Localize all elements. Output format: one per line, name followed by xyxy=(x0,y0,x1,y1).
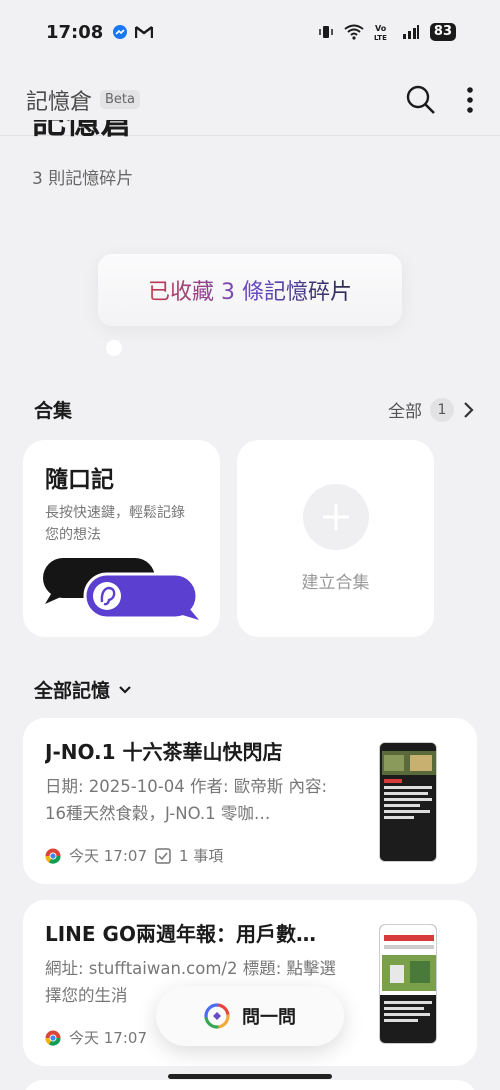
memory-title: J-NO.1 十六茶華山快閃店 xyxy=(45,740,283,764)
ask-button[interactable]: 問一問 xyxy=(156,986,344,1046)
saved-toast: 已收藏 3 條記憶碎片 xyxy=(98,254,402,326)
more-options-icon[interactable] xyxy=(466,86,474,114)
memories-filter-label: 全部記憶 xyxy=(34,680,111,702)
collection-title: 隨口記 xyxy=(45,467,114,493)
wifi-icon xyxy=(344,24,364,40)
memory-title: LINE GO兩週年報：用戶數… xyxy=(45,922,316,946)
vibrate-icon xyxy=(319,26,333,38)
plus-icon xyxy=(302,484,369,550)
decorative-dot xyxy=(106,340,122,356)
chevron-right-icon xyxy=(464,401,474,418)
chat-bubbles-icon xyxy=(43,558,199,620)
memory-thumbnail xyxy=(379,924,437,1044)
signal-icon xyxy=(402,25,419,39)
ai-spark-icon xyxy=(204,1003,230,1029)
status-bar: 17:08 Vo LTE 83 xyxy=(0,0,500,64)
collection-description: 長按快速鍵，輕鬆記錄您的想法 xyxy=(45,505,185,543)
memory-meta: 今天 17:07 xyxy=(45,1027,147,1048)
svg-text:LTE: LTE xyxy=(374,34,387,41)
collections-count-badge: 1 xyxy=(430,397,454,422)
memory-summary: 日期: 2025-10-04 作者: 歐帝斯 內容: 16種天然食穀，J-NO.… xyxy=(45,777,328,823)
collections-all-label: 全部 xyxy=(388,402,422,422)
home-indicator[interactable] xyxy=(168,1074,332,1079)
search-icon[interactable] xyxy=(406,85,436,115)
memories-filter-dropdown[interactable]: 全部記憶 xyxy=(34,676,132,703)
create-collection-button[interactable]: 建立合集 xyxy=(237,440,434,637)
ask-button-label: 問一問 xyxy=(242,1007,296,1028)
page-title: 記憶倉 xyxy=(32,120,134,142)
battery-indicator: 83 xyxy=(429,23,456,41)
collections-heading: 合集 xyxy=(34,400,73,422)
app-title: 記憶倉 xyxy=(26,89,93,115)
memory-card[interactable]: J-NO.1 十六茶華山快閃店 日期: 2025-10-04 作者: 歐帝斯 內… xyxy=(23,718,477,884)
collections-all-link[interactable]: 全部 1 xyxy=(388,397,474,422)
notification-icons xyxy=(113,25,154,39)
status-time: 17:08 xyxy=(46,21,104,43)
collection-card-quick-note[interactable]: 隨口記 長按快速鍵，輕鬆記錄您的想法 xyxy=(23,440,220,637)
task-checkbox-icon xyxy=(155,847,171,864)
beta-badge: Beta xyxy=(100,90,140,109)
chrome-icon xyxy=(45,1030,61,1046)
next-memory-card-peek xyxy=(23,1080,477,1090)
messenger-icon xyxy=(113,25,128,39)
memory-count: 3 則記憶碎片 xyxy=(32,169,134,189)
chevron-down-icon xyxy=(119,685,131,694)
gmail-icon xyxy=(135,26,154,38)
memory-time: 今天 17:07 xyxy=(69,1029,147,1047)
memory-meta: 今天 17:07 1 事項 xyxy=(45,845,223,866)
volte-icon: VoLTE xyxy=(374,24,387,41)
svg-text:Vo: Vo xyxy=(375,24,387,33)
create-collection-label: 建立合集 xyxy=(301,573,370,593)
collections-header: 合集 全部 1 xyxy=(34,396,474,423)
chrome-icon xyxy=(45,848,61,864)
memory-task-count: 1 事項 xyxy=(179,847,224,865)
memory-thumbnail xyxy=(379,742,437,862)
memory-time: 今天 17:07 xyxy=(69,847,147,865)
